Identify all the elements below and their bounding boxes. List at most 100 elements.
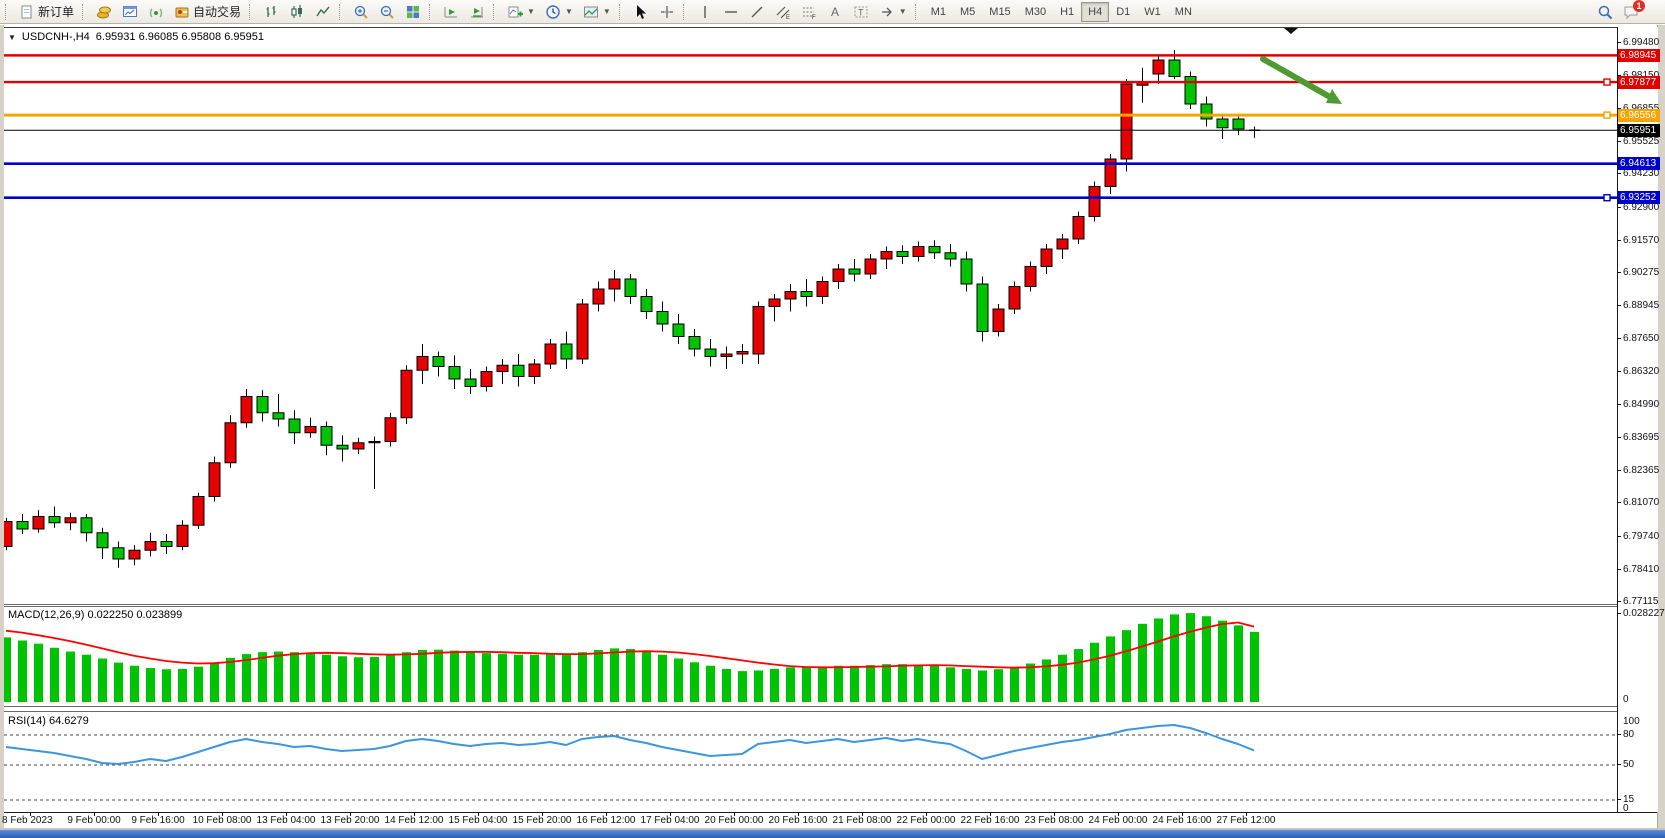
add-indicator-button[interactable]: ▼: [502, 1, 540, 23]
time-axis-label: 15 Feb 20:00: [513, 815, 572, 826]
timeframe-button-H4[interactable]: H4: [1081, 2, 1109, 22]
timeframe-button-M1[interactable]: M1: [924, 2, 953, 22]
price-tick-mark: [1617, 305, 1621, 306]
crosshair-tool-button[interactable]: [654, 1, 680, 23]
price-tick-label: 6.77115: [1623, 596, 1658, 607]
chart-window-button[interactable]: [117, 1, 143, 23]
text-icon: A: [827, 4, 843, 20]
time-axis-label: 22 Feb 16:00: [961, 815, 1020, 826]
price-tick-label: 6.99480: [1623, 37, 1659, 48]
toolbar-separator: [683, 4, 689, 20]
timeframe-button-M30[interactable]: M30: [1018, 2, 1053, 22]
rsi-axis-label: 0: [1623, 803, 1629, 814]
notifications-button[interactable]: 1: [1623, 4, 1639, 20]
price-tick-label: 6.88945: [1623, 300, 1659, 311]
toolbar-separator: [429, 4, 435, 20]
tile-windows-button[interactable]: [400, 1, 426, 23]
price-tick-mark: [1617, 536, 1621, 537]
new-order-icon: [19, 4, 35, 20]
auto-trading-button[interactable]: 自动交易: [169, 1, 246, 23]
toolbar-separator: [493, 4, 499, 20]
price-tick-label: 6.87650: [1623, 333, 1659, 344]
new-order-label: 新订单: [38, 3, 74, 20]
price-level-badge: 6.96556: [1618, 109, 1660, 122]
candlestick-mode-button[interactable]: [284, 1, 310, 23]
search-icon[interactable]: [1597, 4, 1613, 20]
text-label-icon: T: [853, 4, 869, 20]
time-axis-label: 21 Feb 08:00: [833, 815, 892, 826]
rsi-pane[interactable]: [4, 713, 1617, 812]
symbol-title: USDCNH-,H4: [22, 31, 90, 43]
horizontal-line-tool-button[interactable]: [718, 1, 744, 23]
dropdown-arrow-icon: ▼: [603, 7, 611, 16]
time-axis: [4, 812, 1657, 813]
ohlc-values: 6.95931 6.96085 6.95808 6.95951: [96, 31, 264, 43]
rsi-tick-mark: [1617, 734, 1621, 735]
price-level-badge: 6.93252: [1618, 191, 1660, 204]
timeframe-button-W1[interactable]: W1: [1137, 2, 1168, 22]
price-tick-mark: [1617, 569, 1621, 570]
dropdown-arrow-icon: ▼: [899, 7, 907, 16]
zoom-in-button[interactable]: [348, 1, 374, 23]
line-chart-mode-button[interactable]: [310, 1, 336, 23]
price-tick-mark: [1617, 371, 1621, 372]
add-indicator-icon: [507, 4, 523, 20]
price-tick-mark: [1617, 141, 1621, 142]
dropdown-arrow-icon: ▼: [527, 7, 535, 16]
market-watch-button[interactable]: [91, 1, 117, 23]
shapes-tool-button[interactable]: ▼: [874, 1, 912, 23]
bar-chart-mode-button[interactable]: [258, 1, 284, 23]
crosshair-icon: [659, 4, 675, 20]
vertical-line-tool-button[interactable]: [692, 1, 718, 23]
price-tick-mark: [1617, 338, 1621, 339]
pane-splitter[interactable]: [4, 706, 1657, 707]
zoom-in-icon: [353, 4, 369, 20]
price-tick-label: 6.78410: [1623, 564, 1659, 575]
chart-window-icon: [122, 4, 138, 20]
price-level-badge: 6.95951: [1618, 124, 1660, 137]
price-level-badge: 6.97877: [1618, 76, 1660, 89]
main-chart[interactable]: [4, 28, 1617, 604]
price-tick-mark: [1617, 272, 1621, 273]
macd-label: MACD(12,26,9) 0.022250 0.023899: [8, 609, 182, 621]
auto-scroll-button[interactable]: [464, 1, 490, 23]
time-axis-label: 10 Feb 08:00: [193, 815, 252, 826]
toolbar-separator: [915, 4, 921, 20]
toolbar-separator: [619, 4, 625, 20]
svg-text:F: F: [812, 15, 816, 20]
vertical-line-icon: [697, 4, 713, 20]
periods-button[interactable]: ▼: [540, 1, 578, 23]
auto-trading-label: 自动交易: [193, 3, 241, 20]
macd-pane[interactable]: [4, 607, 1617, 704]
price-tick-mark: [1617, 601, 1621, 602]
new-order-button[interactable]: 新订单: [14, 1, 79, 23]
text-tool-button[interactable]: A: [822, 1, 848, 23]
cursor-tool-button[interactable]: [628, 1, 654, 23]
timeframe-button-MN[interactable]: MN: [1168, 2, 1199, 22]
timeframe-button-H1[interactable]: H1: [1053, 2, 1081, 22]
taskbar-strip: [0, 830, 1665, 838]
timeframe-button-M5[interactable]: M5: [953, 2, 982, 22]
fibonacci-tool-button[interactable]: F: [796, 1, 822, 23]
pane-splitter[interactable]: [4, 604, 1657, 605]
collapse-panel-button[interactable]: ▼: [8, 33, 16, 42]
horizontal-line-icon: [723, 4, 739, 20]
trendline-tool-button[interactable]: [744, 1, 770, 23]
chart-shift-button[interactable]: [438, 1, 464, 23]
time-axis-label: 8 Feb 2023: [2, 815, 53, 826]
macd-axis-max-label: 0.028227: [1623, 608, 1665, 619]
templates-button[interactable]: ▼: [578, 1, 616, 23]
chart-title-row: ▼ USDCNH-,H4 6.95931 6.96085 6.95808 6.9…: [8, 31, 264, 43]
time-axis-label: 13 Feb 20:00: [321, 815, 380, 826]
timeframe-group: M1M5M15M30H1H4D1W1MN: [924, 2, 1199, 22]
zoom-out-button[interactable]: [374, 1, 400, 23]
channel-tool-button[interactable]: E: [770, 1, 796, 23]
time-axis-label: 27 Feb 12:00: [1217, 815, 1276, 826]
label-tool-button[interactable]: T: [848, 1, 874, 23]
timeframe-button-M15[interactable]: M15: [982, 2, 1017, 22]
signal-button[interactable]: [143, 1, 169, 23]
timeframe-button-D1[interactable]: D1: [1109, 2, 1137, 22]
template-icon: [583, 4, 599, 20]
price-tick-label: 6.91570: [1623, 235, 1659, 246]
toolbar-drag-handle[interactable]: [5, 4, 11, 20]
